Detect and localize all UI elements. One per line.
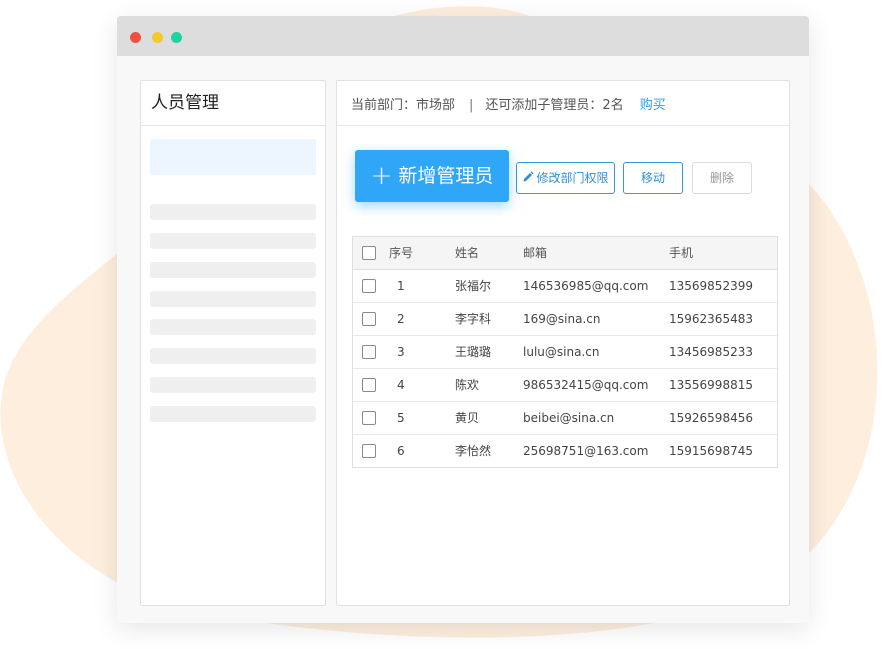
add-admin-button[interactable]: + 新增管理员 xyxy=(355,150,509,202)
table-row[interactable]: 4 陈欢 986532415@qq.com 13556998815 xyxy=(353,369,777,402)
table-header: 序号 姓名 邮箱 手机 xyxy=(353,237,777,270)
minimize-window-button[interactable] xyxy=(152,32,163,43)
sidebar-item-placeholder[interactable] xyxy=(150,348,316,364)
main-panel: 当前部门：市场部 | 还可添加子管理员：2名 购买 + 新增管理员 修改部门权限 移动 … xyxy=(336,80,790,606)
pencil-icon xyxy=(523,171,535,182)
column-header-phone: 手机 xyxy=(669,246,694,260)
sidebar-item-placeholder[interactable] xyxy=(150,204,316,220)
plus-icon: + xyxy=(370,161,393,191)
row-checkbox[interactable] xyxy=(362,444,376,458)
edit-permissions-button[interactable]: 修改部门权限 xyxy=(516,162,615,194)
sidebar-item-placeholder[interactable] xyxy=(150,291,316,307)
sidebar-item-active[interactable] xyxy=(150,139,316,175)
sidebar-title: 人员管理 xyxy=(141,81,325,126)
row-name: 陈欢 xyxy=(455,378,480,392)
row-index: 5 xyxy=(397,411,405,425)
edit-permissions-label: 修改部门权限 xyxy=(536,171,609,185)
row-index: 4 xyxy=(397,378,405,392)
row-name: 李字科 xyxy=(455,312,492,326)
row-index: 6 xyxy=(397,444,405,458)
row-phone: 15926598456 xyxy=(669,411,753,425)
remaining-admins: 还可添加子管理员：2名 xyxy=(485,98,624,113)
row-phone: 13556998815 xyxy=(669,378,753,392)
maximize-window-button[interactable] xyxy=(171,32,182,43)
sidebar-item-placeholder[interactable] xyxy=(150,233,316,249)
row-checkbox[interactable] xyxy=(362,279,376,293)
row-email: 169@sina.cn xyxy=(523,312,601,326)
select-all-checkbox[interactable] xyxy=(362,246,376,260)
sidebar-item-placeholder[interactable] xyxy=(150,377,316,393)
row-email: 25698751@163.com xyxy=(523,444,649,458)
row-checkbox[interactable] xyxy=(362,312,376,326)
close-window-button[interactable] xyxy=(130,32,141,43)
row-checkbox[interactable] xyxy=(362,345,376,359)
header-separator: | xyxy=(469,98,474,113)
title-bar xyxy=(117,16,809,56)
sidebar-item-placeholder[interactable] xyxy=(150,262,316,278)
row-phone: 15962365483 xyxy=(669,312,753,326)
table-row[interactable]: 5 黄贝 beibei@sina.cn 15926598456 xyxy=(353,402,777,435)
delete-button[interactable]: 删除 xyxy=(692,162,752,194)
row-phone: 15915698745 xyxy=(669,444,753,458)
admin-table: 序号 姓名 邮箱 手机 1 张福尔 146536985@qq.com 13569… xyxy=(352,236,778,468)
row-email: beibei@sina.cn xyxy=(523,411,615,425)
row-checkbox[interactable] xyxy=(362,411,376,425)
row-email: 986532415@qq.com xyxy=(523,378,649,392)
sidebar-item-placeholder[interactable] xyxy=(150,319,316,335)
app-window: 人员管理 当前部门：市场部 | 还可添加子管理员：2名 购买 + 新增管理员 修… xyxy=(117,16,809,623)
row-name: 黄贝 xyxy=(455,411,480,425)
row-index: 3 xyxy=(397,345,405,359)
department-header: 当前部门：市场部 | 还可添加子管理员：2名 购买 xyxy=(337,81,789,126)
sidebar: 人员管理 xyxy=(140,80,326,606)
table-row[interactable]: 1 张福尔 146536985@qq.com 13569852399 xyxy=(353,270,777,303)
row-phone: 13569852399 xyxy=(669,279,753,293)
column-header-email: 邮箱 xyxy=(523,246,548,260)
column-header-index: 序号 xyxy=(389,246,414,260)
stage: 人员管理 当前部门：市场部 | 还可添加子管理员：2名 购买 + 新增管理员 修… xyxy=(0,0,885,649)
row-index: 1 xyxy=(397,279,405,293)
add-admin-label: 新增管理员 xyxy=(398,165,494,187)
row-name: 李怡然 xyxy=(455,444,492,458)
row-checkbox[interactable] xyxy=(362,378,376,392)
buy-link[interactable]: 购买 xyxy=(640,98,666,113)
row-index: 2 xyxy=(397,312,405,326)
row-email: 146536985@qq.com xyxy=(523,279,649,293)
move-button[interactable]: 移动 xyxy=(623,162,683,194)
table-row[interactable]: 2 李字科 169@sina.cn 15962365483 xyxy=(353,303,777,336)
row-name: 王璐璐 xyxy=(455,345,492,359)
current-department: 当前部门：市场部 xyxy=(351,98,456,113)
column-header-name: 姓名 xyxy=(455,246,480,260)
table-row[interactable]: 6 李怡然 25698751@163.com 15915698745 xyxy=(353,435,777,467)
table-row[interactable]: 3 王璐璐 lulu@sina.cn 13456985233 xyxy=(353,336,777,369)
row-email: lulu@sina.cn xyxy=(523,345,600,359)
row-phone: 13456985233 xyxy=(669,345,753,359)
sidebar-item-placeholder[interactable] xyxy=(150,406,316,422)
row-name: 张福尔 xyxy=(455,279,492,293)
